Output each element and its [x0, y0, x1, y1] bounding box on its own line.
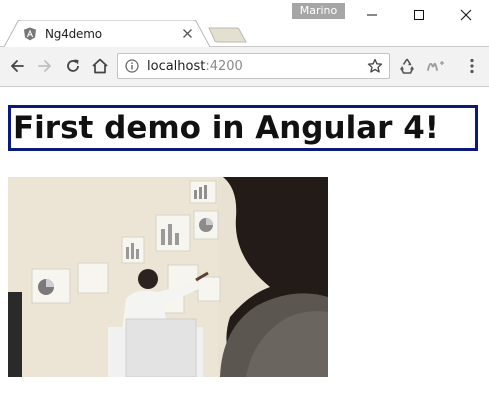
recycle-extension-button[interactable] — [397, 56, 417, 76]
forward-button[interactable] — [35, 56, 55, 76]
back-arrow-icon — [11, 60, 24, 72]
office-presentation-photo — [8, 177, 328, 377]
movistar-extension-button[interactable] — [427, 56, 447, 76]
info-icon[interactable] — [125, 59, 139, 73]
angular-icon — [24, 27, 36, 41]
chrome-menu-button[interactable] — [462, 56, 482, 76]
maximize-icon — [414, 10, 424, 20]
home-icon — [92, 58, 108, 74]
title-bar: Marino Ng4demo — [0, 0, 489, 47]
url-port: :4200 — [205, 59, 243, 74]
close-window-button[interactable] — [443, 0, 489, 30]
new-tab-button[interactable] — [208, 27, 248, 43]
tab-ng4demo[interactable]: Ng4demo — [4, 20, 210, 47]
star-icon[interactable] — [367, 58, 383, 74]
kebab-menu-icon — [470, 58, 474, 74]
maximize-button[interactable] — [396, 0, 442, 30]
close-icon — [460, 9, 472, 21]
minimize-button[interactable] — [349, 0, 395, 30]
movistar-extension-icon — [427, 61, 444, 71]
page-viewport: First demo in Angular 4! — [0, 87, 489, 407]
reload-button[interactable] — [63, 56, 83, 76]
minimize-icon — [367, 14, 377, 16]
url-host: localhost — [147, 59, 206, 74]
close-tab-icon[interactable] — [182, 28, 193, 39]
forward-arrow-icon — [38, 60, 51, 72]
address-bar[interactable]: localhost:4200 — [117, 53, 390, 79]
profile-badge[interactable]: Marino — [292, 3, 345, 19]
back-button[interactable] — [7, 56, 27, 76]
recycle-extension-icon — [400, 58, 414, 74]
page-heading: First demo in Angular 4! — [8, 105, 478, 151]
home-button[interactable] — [90, 56, 110, 76]
tab-title: Ng4demo — [45, 27, 102, 41]
reload-icon — [67, 59, 79, 72]
browser-toolbar: localhost:4200 — [0, 47, 489, 87]
url-text[interactable]: localhost:4200 — [147, 59, 243, 74]
